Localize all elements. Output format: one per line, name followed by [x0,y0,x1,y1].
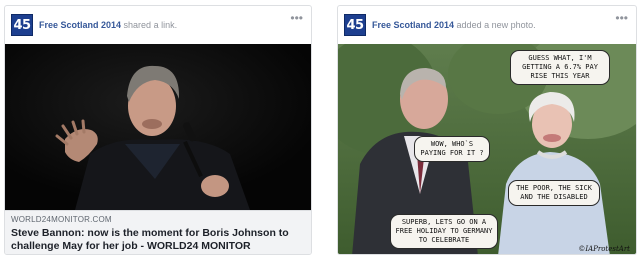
link-preview-image[interactable] [5,44,311,210]
post-action-text: added a new photo. [454,20,536,30]
page-avatar[interactable]: 45 [344,14,366,36]
post-photo[interactable]: GUESS WHAT, I'M GETTING A 6.7% PAY RISE … [338,44,636,254]
link-preview-meta[interactable]: WORLD24MONITOR.COM Steve Bannon: now is … [5,210,311,254]
author-link[interactable]: Free Scotland 2014 [372,20,454,30]
speech-bubble: GUESS WHAT, I'M GETTING A 6.7% PAY RISE … [510,50,610,85]
feed-post-link: 45 Free Scotland 2014 shared a link. ••• [4,5,312,255]
link-domain: WORLD24MONITOR.COM [11,215,112,224]
speech-bubble: THE POOR, THE SICK AND THE DISABLED [508,180,600,206]
speech-bubble: SUPERB, LETS GO ON A FREE HOLIDAY TO GER… [390,214,498,249]
speech-bubble: WOW, WHO`S PAYING FOR IT ? [414,136,490,162]
speaker-photo [5,44,311,210]
feed-post-photo: 45 Free Scotland 2014 added a new photo.… [337,5,637,255]
post-action-text: shared a link. [121,20,178,30]
post-header: 45 Free Scotland 2014 added a new photo.… [338,6,636,44]
photo-credit: ©IAProtestArt [578,245,630,253]
post-header-text: Free Scotland 2014 added a new photo. [372,20,536,30]
page-avatar[interactable]: 45 [11,14,33,36]
link-title[interactable]: Steve Bannon: now is the moment for Bori… [11,227,305,252]
more-options-button[interactable]: ••• [290,12,303,24]
post-header: 45 Free Scotland 2014 shared a link. ••• [5,6,311,44]
post-header-text: Free Scotland 2014 shared a link. [39,20,177,30]
more-options-button[interactable]: ••• [615,12,628,24]
author-link[interactable]: Free Scotland 2014 [39,20,121,30]
